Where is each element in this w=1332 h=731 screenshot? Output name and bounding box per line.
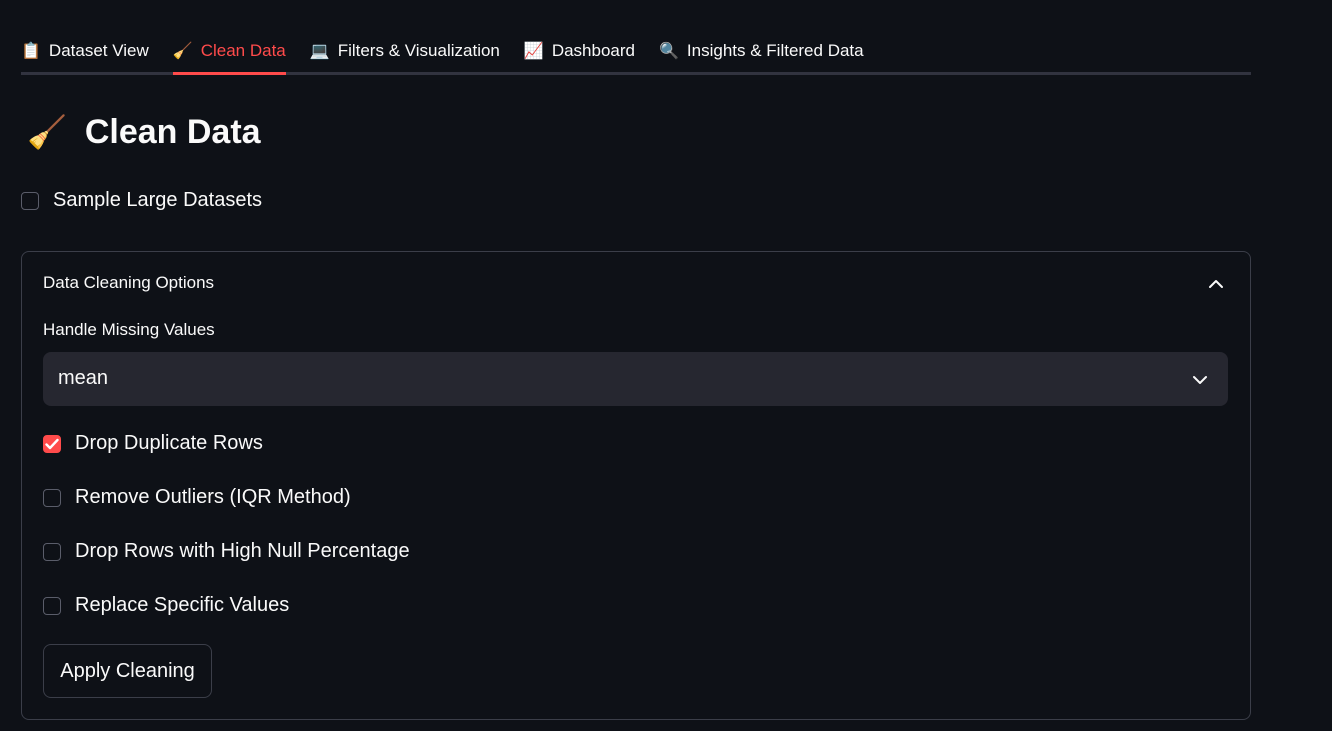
clipboard-icon: 📋	[21, 43, 41, 60]
checkbox-label: Drop Rows with High Null Percentage	[75, 540, 410, 562]
tab-filters-visualization[interactable]: 💻 Filters & Visualization	[310, 30, 500, 72]
data-cleaning-expander: Data Cleaning Options Handle Missing Val…	[21, 251, 1251, 720]
page-title-text: Clean Data	[84, 112, 261, 151]
page-title: 🧹 Clean Data	[27, 104, 261, 160]
chevron-down-icon	[1192, 372, 1208, 390]
drop-duplicate-rows-checkbox[interactable]: Drop Duplicate Rows	[43, 432, 263, 455]
checkbox-label: Drop Duplicate Rows	[75, 432, 263, 454]
checkbox-box[interactable]	[43, 488, 61, 507]
tab-label: Insights & Filtered Data	[686, 41, 864, 60]
tab-label: Filters & Visualization	[337, 41, 500, 60]
check-icon	[45, 438, 59, 449]
expander-title: Data Cleaning Options	[43, 273, 215, 292]
checkbox-label: Sample Large Datasets	[53, 189, 263, 211]
checkbox-box[interactable]	[21, 191, 39, 210]
missing-values-select[interactable]: mean	[43, 352, 1228, 406]
apply-cleaning-button[interactable]: Apply Cleaning	[43, 644, 212, 698]
tab-bar: 📋 Dataset View 🧹 Clean Data 💻 Filters & …	[21, 30, 1251, 75]
chart-icon: 📈	[523, 43, 544, 60]
checkbox-label: Replace Specific Values	[75, 594, 290, 616]
checkbox-box[interactable]	[43, 542, 61, 561]
expander-header[interactable]: Data Cleaning Options	[22, 252, 1250, 316]
handle-missing-values-label: Handle Missing Values	[43, 320, 215, 339]
checkbox-box[interactable]	[43, 596, 61, 615]
chevron-up-icon[interactable]	[1208, 276, 1224, 294]
magnifier-icon: 🔍	[658, 43, 679, 60]
tab-label: Clean Data	[200, 41, 286, 60]
broom-icon: 🧹	[27, 114, 67, 150]
checkbox-box-checked[interactable]	[43, 434, 61, 453]
tab-clean-data[interactable]: 🧹 Clean Data	[172, 30, 286, 75]
sample-large-datasets-checkbox[interactable]: Sample Large Datasets	[21, 189, 262, 212]
tab-dashboard[interactable]: 📈 Dashboard	[524, 30, 635, 72]
drop-high-null-rows-checkbox[interactable]: Drop Rows with High Null Percentage	[43, 540, 410, 563]
tab-label: Dashboard	[551, 41, 635, 60]
broom-icon: 🧹	[172, 43, 193, 60]
tab-insights-filtered-data[interactable]: 🔍 Insights & Filtered Data	[659, 30, 864, 72]
remove-outliers-checkbox[interactable]: Remove Outliers (IQR Method)	[43, 486, 351, 509]
tab-dataset-view[interactable]: 📋 Dataset View	[21, 30, 149, 72]
replace-specific-values-checkbox[interactable]: Replace Specific Values	[43, 594, 289, 617]
laptop-icon: 💻	[309, 43, 330, 60]
select-value: mean	[58, 367, 109, 389]
tab-label: Dataset View	[48, 41, 149, 60]
checkbox-label: Remove Outliers (IQR Method)	[75, 486, 351, 508]
